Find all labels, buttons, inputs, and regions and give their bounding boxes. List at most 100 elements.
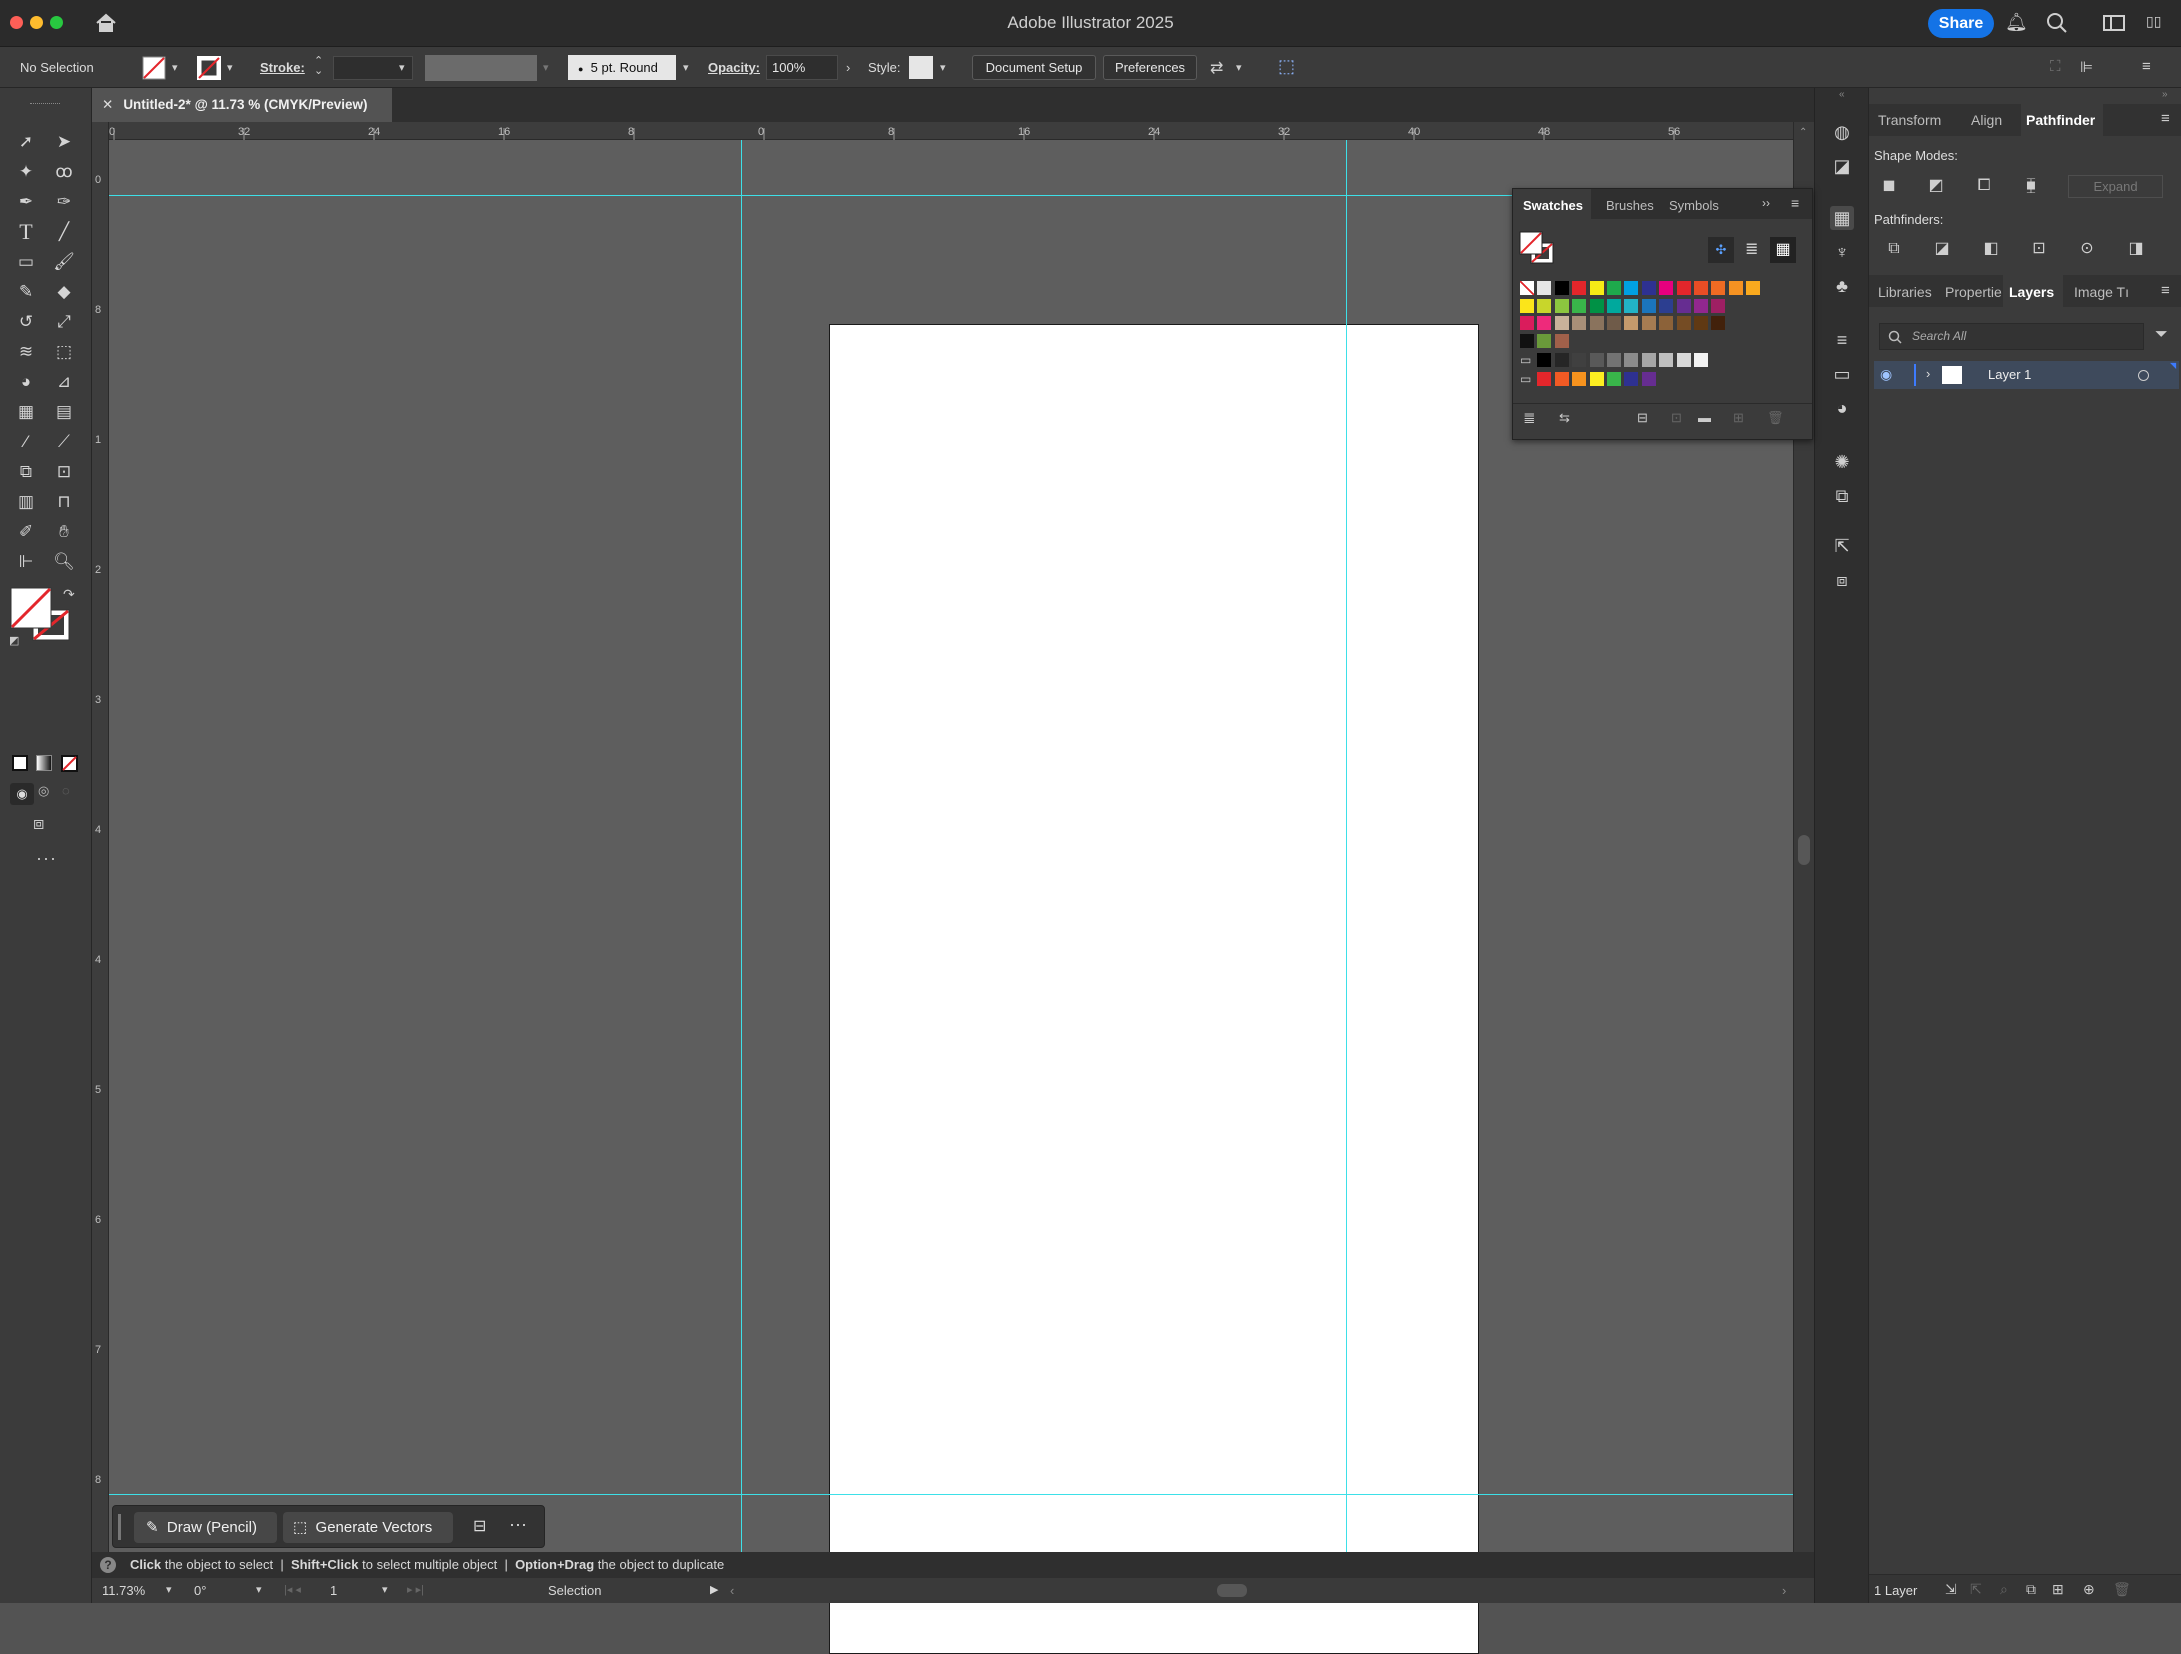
stroke-weight-stepper[interactable]: ⌃ ⌄: [314, 56, 323, 77]
help-icon[interactable]: ?: [100, 1557, 116, 1573]
swatch[interactable]: [1537, 316, 1552, 330]
swatch[interactable]: [1659, 316, 1674, 330]
fill-none-icon[interactable]: [142, 56, 166, 80]
next-artboard-icon[interactable]: ▸ ▸|: [407, 1578, 424, 1603]
color-group-folder-icon[interactable]: ▭: [1520, 372, 1531, 386]
image-settings-icon[interactable]: ⊟: [473, 1516, 486, 1536]
expand-layer-icon[interactable]: ›: [1926, 366, 1930, 381]
chevron-down-icon[interactable]: ▾: [382, 1578, 388, 1603]
edit-toolbar-icon[interactable]: ···: [36, 848, 57, 869]
transparency-icon[interactable]: ◕: [1830, 396, 1854, 420]
workspace-icon[interactable]: [2103, 15, 2125, 31]
swatch[interactable]: [1554, 372, 1569, 386]
minus-front-icon[interactable]: ◩: [1926, 176, 1946, 196]
swatch[interactable]: [1694, 299, 1708, 313]
show-kinds-icon[interactable]: ✣: [1708, 237, 1734, 263]
pattern-swatch[interactable]: [1537, 334, 1552, 348]
swatch[interactable]: [1694, 281, 1708, 295]
tab-brushes[interactable]: Brushes: [1606, 198, 1654, 213]
chevron-down-icon[interactable]: ▾: [683, 61, 689, 74]
swatch[interactable]: [1641, 372, 1656, 386]
rotation-field[interactable]: 0°: [194, 1578, 206, 1603]
guide-line[interactable]: [109, 1494, 1793, 1495]
paintbrush-tool-icon[interactable]: 🖌︎: [50, 249, 78, 275]
swatch[interactable]: [1589, 372, 1604, 386]
panel-menu-icon[interactable]: ≡: [1791, 195, 1799, 211]
swatch[interactable]: [1659, 353, 1674, 367]
status-menu-icon[interactable]: ▶: [710, 1578, 718, 1603]
crop-icon[interactable]: ⊡: [2029, 239, 2049, 259]
mesh-tool-icon[interactable]: ▦: [12, 399, 40, 425]
panel-menu-icon[interactable]: ≡: [2161, 110, 2170, 127]
tab-image-trace[interactable]: Image Tı: [2074, 284, 2129, 300]
search-icon[interactable]: [2046, 12, 2068, 34]
layer-row[interactable]: ◉ › Layer 1 ◥: [1874, 361, 2179, 389]
swatch[interactable]: [1694, 316, 1708, 330]
swatches-icon[interactable]: ▦: [1830, 206, 1854, 230]
tab-transform[interactable]: Transform: [1878, 112, 1941, 128]
layer-name[interactable]: Layer 1: [1988, 367, 2031, 382]
scroll-thumb[interactable]: [1798, 835, 1810, 865]
graphic-styles-icon[interactable]: ⧉: [1830, 484, 1854, 508]
hand-tool-icon[interactable]: ✋︎: [50, 519, 78, 545]
grid-view-icon[interactable]: ▦: [1770, 237, 1796, 263]
chevron-down-icon[interactable]: ▾: [399, 61, 405, 74]
selection-tool-icon[interactable]: ➚: [12, 129, 40, 155]
swatch[interactable]: [1537, 372, 1552, 386]
new-sublayer-icon[interactable]: ⊞: [2052, 1581, 2064, 1598]
tab-swatches[interactable]: Swatches: [1523, 198, 1583, 213]
gradient-tool-icon[interactable]: ▤: [50, 399, 78, 425]
swatch[interactable]: [1746, 281, 1761, 295]
tab-layers[interactable]: Layers: [2009, 284, 2054, 300]
scroll-up-icon[interactable]: ⌃: [1799, 127, 1807, 138]
artboard[interactable]: [829, 324, 1479, 1654]
outline-icon[interactable]: ⊙: [2077, 239, 2097, 259]
chevron-down-icon[interactable]: ▾: [543, 61, 549, 74]
slice-tool-icon[interactable]: ✐: [12, 519, 40, 545]
swatch[interactable]: [1520, 299, 1534, 313]
tab-align[interactable]: Align: [1971, 112, 2002, 128]
delete-swatch-icon[interactable]: 🗑︎: [1767, 410, 1784, 426]
swatch[interactable]: [1589, 316, 1604, 330]
swatch[interactable]: [1624, 316, 1639, 330]
swatch[interactable]: [1659, 299, 1674, 313]
swatch[interactable]: [1589, 299, 1604, 313]
stroke-label[interactable]: Stroke:: [260, 60, 305, 75]
screen-mode-icon[interactable]: ⧈: [33, 813, 44, 834]
swatch[interactable]: [1659, 281, 1674, 295]
generate-vectors-button[interactable]: ⬚ Generate Vectors: [283, 1512, 453, 1543]
merge-icon[interactable]: ◧: [1981, 239, 2001, 259]
line-tool-icon[interactable]: ╱: [50, 219, 78, 245]
align-icon[interactable]: ⊫: [2080, 58, 2093, 76]
visibility-eye-icon[interactable]: ◉: [1880, 366, 1892, 383]
default-fill-stroke-icon[interactable]: ◩: [9, 634, 19, 647]
swatch[interactable]: [1607, 299, 1621, 313]
direct-selection-tool-icon[interactable]: ➤: [50, 129, 78, 155]
swatch[interactable]: [1537, 281, 1552, 295]
swatch[interactable]: [1641, 316, 1656, 330]
swatch[interactable]: [1589, 281, 1604, 295]
color-group-folder-icon[interactable]: ▭: [1520, 353, 1531, 367]
expand-button[interactable]: Expand: [2068, 175, 2163, 198]
opacity-label[interactable]: Opacity:: [708, 60, 760, 75]
print-tiling-tool-icon[interactable]: ⊩: [12, 549, 40, 575]
tab-properties[interactable]: Propertie: [1945, 284, 2002, 300]
tab-pathfinder[interactable]: Pathfinder: [2026, 112, 2095, 128]
collapse-icon[interactable]: «: [1839, 89, 1845, 100]
rectangle-tool-icon[interactable]: ▭: [12, 249, 40, 275]
panel-menu-icon[interactable]: ≡: [2161, 282, 2170, 299]
brushes-icon[interactable]: ♆: [1830, 240, 1854, 264]
filter-icon[interactable]: ⏷: [2155, 326, 2168, 344]
appearance-icon[interactable]: ✺: [1830, 450, 1854, 474]
symbol-sprayer-tool-icon[interactable]: ⊡: [50, 459, 78, 485]
color-wheel-icon[interactable]: ◍: [1830, 120, 1854, 144]
swatch[interactable]: [1572, 281, 1587, 295]
swatch[interactable]: [1572, 299, 1587, 313]
fill-stroke-indicator[interactable]: [1519, 231, 1555, 265]
swatch-libraries-icon[interactable]: 𝍤: [1524, 410, 1535, 432]
chevron-down-icon[interactable]: ▾: [172, 61, 178, 74]
variable-width-profile[interactable]: [425, 55, 537, 81]
first-artboard-icon[interactable]: |◂ ◂: [284, 1578, 301, 1603]
scale-tool-icon[interactable]: ⤢: [50, 309, 78, 335]
swatch[interactable]: [1589, 353, 1604, 367]
